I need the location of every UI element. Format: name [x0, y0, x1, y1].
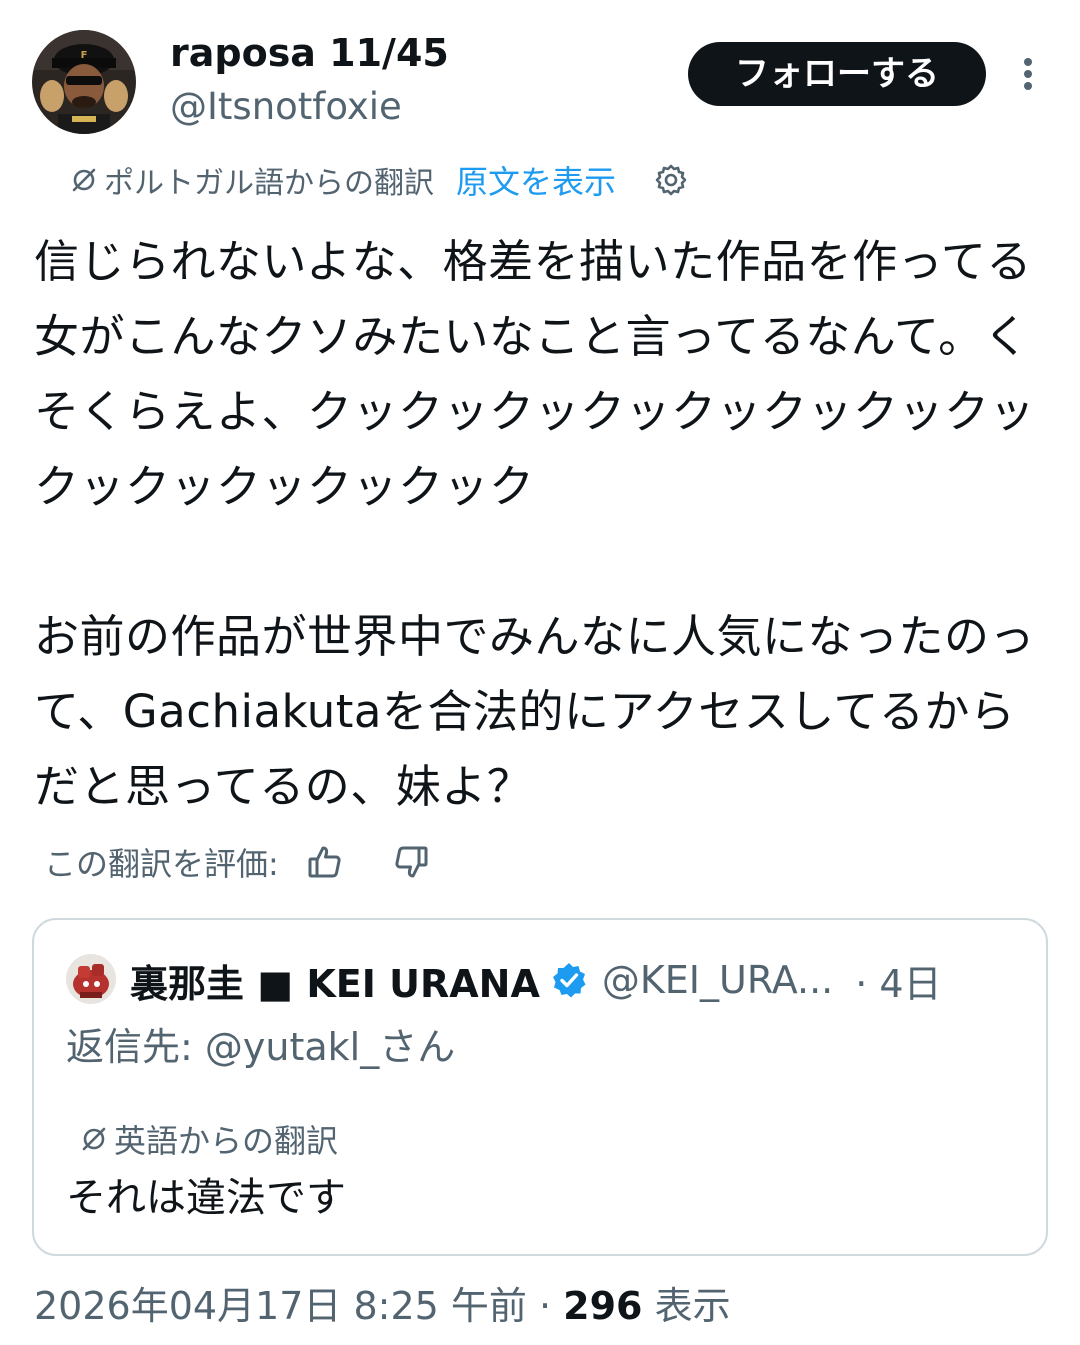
quoted-tweet-time[interactable]: · 4日 [855, 953, 941, 1008]
quoted-author-avatar[interactable] [66, 954, 116, 1004]
quoted-tweet-header: 裏那圭 ■ KEI URANA @KEI_URA... · 4日 [130, 956, 942, 1006]
more-options-button[interactable] [1008, 52, 1048, 96]
translate-icon [82, 1127, 106, 1151]
quoted-tweet-text: それは違法です [66, 1175, 346, 1221]
tweet-timestamp[interactable]: 2026年04月17日 8:25 午前 · [34, 1284, 563, 1328]
follow-button[interactable]: フォローする [688, 42, 986, 106]
reply-to-label: 返信先: @yutakl_さん [66, 1025, 456, 1069]
gear-icon[interactable] [654, 163, 688, 197]
translation-label: ポルトガル語からの翻訳 [104, 166, 434, 201]
quoted-author-handle[interactable]: @KEI_URA... [602, 958, 833, 1002]
user-avatar-icon: F [32, 30, 136, 134]
author-avatar[interactable]: F [32, 30, 136, 134]
thumbs-down-icon[interactable] [391, 842, 431, 882]
rate-translation-label: この翻訳を評価: [44, 845, 279, 883]
verified-badge-icon [552, 963, 586, 998]
translation-info: ポルトガル語からの翻訳 原文を表示 [70, 158, 688, 202]
quoted-user-avatar-icon [66, 954, 116, 1004]
author-handle[interactable]: @Itsnotfoxie [170, 84, 402, 130]
more-vertical-icon [1024, 58, 1032, 90]
views-count: 296 [563, 1284, 643, 1328]
author-display-name[interactable]: raposa 11/45 [170, 30, 449, 76]
show-original-link[interactable]: 原文を表示 [456, 157, 616, 203]
views-label: 表示 [642, 1284, 731, 1328]
quoted-translation-label: 英語からの翻訳 [114, 1122, 339, 1160]
quoted-author-name[interactable]: 裏那圭 ■ KEI URANA [130, 953, 540, 1008]
translate-icon [72, 168, 96, 192]
quoted-translation-info: 英語からの翻訳 [80, 1118, 338, 1160]
tweet-text: 信じられないよな、格差を描いた作品を作ってる女がこんなクソみたいなこと言ってるな… [34, 224, 1044, 824]
thumbs-up-icon[interactable] [305, 842, 345, 882]
tweet-paragraph: 信じられないよな、格差を描いた作品を作ってる女がこんなクソみたいなこと言ってるな… [34, 235, 1036, 513]
quoted-tweet-card[interactable]: 裏那圭 ■ KEI URANA @KEI_URA... · 4日 返信先: @y… [32, 918, 1048, 1256]
tweet-paragraph: お前の作品が世界中でみんなに人気になったのって、Gachiakutaを合法的にア… [34, 610, 1036, 813]
svg-text:F: F [81, 50, 88, 61]
tweet-metadata: 2026年04月17日 8:25 午前 · 296 表示 [34, 1280, 731, 1332]
rate-translation: この翻訳を評価: [44, 838, 431, 886]
